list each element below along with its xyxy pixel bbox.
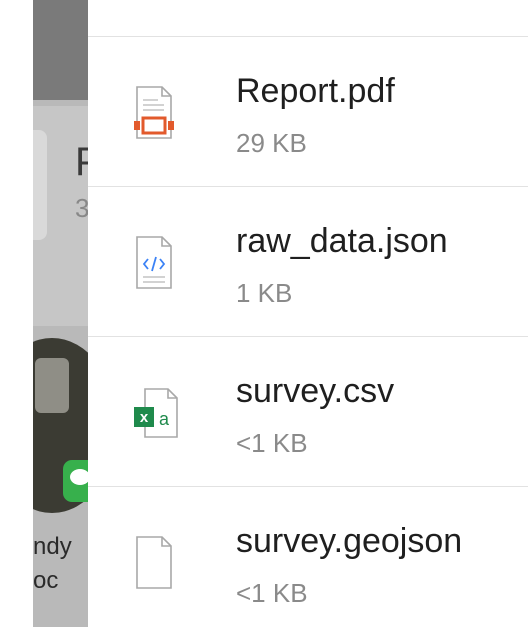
svg-text:x: x [140, 409, 149, 426]
pdf-file-icon [134, 86, 174, 139]
code-file-icon [136, 236, 172, 289]
background-header [33, 0, 93, 100]
photo-detail [35, 358, 69, 413]
background-thumbnail [33, 130, 47, 240]
contact-name-fragment: ndy oc [33, 533, 72, 594]
file-name: Report.pdf [236, 72, 395, 110]
file-name: raw_data.json [236, 222, 448, 260]
file-name: survey.csv [236, 372, 395, 410]
file-row-report-pdf[interactable]: Report.pdf 29 KB [88, 37, 528, 187]
screen: P 3 ndy oc Report.pdf 29 KB raw_data.jso… [0, 0, 528, 627]
svg-text:a: a [159, 409, 170, 429]
file-list: Report.pdf 29 KB raw_data.json 1 KB x a … [88, 0, 528, 627]
file-row-survey-csv[interactable]: x a survey.csv <1 KB [88, 337, 528, 487]
generic-file-icon [136, 536, 172, 589]
file-size: 29 KB [236, 128, 307, 158]
speech-bubble-icon [70, 469, 90, 485]
background-app: P 3 ndy oc [33, 0, 93, 627]
file-size: <1 KB [236, 578, 308, 608]
file-row-raw-data-json[interactable]: raw_data.json 1 KB [88, 187, 528, 337]
file-size: 1 KB [236, 278, 293, 308]
excel-file-icon: x a [134, 388, 178, 438]
file-name: survey.geojson [236, 522, 463, 560]
file-row-survey-geojson[interactable]: survey.geojson <1 KB [88, 487, 528, 627]
file-size: <1 KB [236, 428, 308, 458]
